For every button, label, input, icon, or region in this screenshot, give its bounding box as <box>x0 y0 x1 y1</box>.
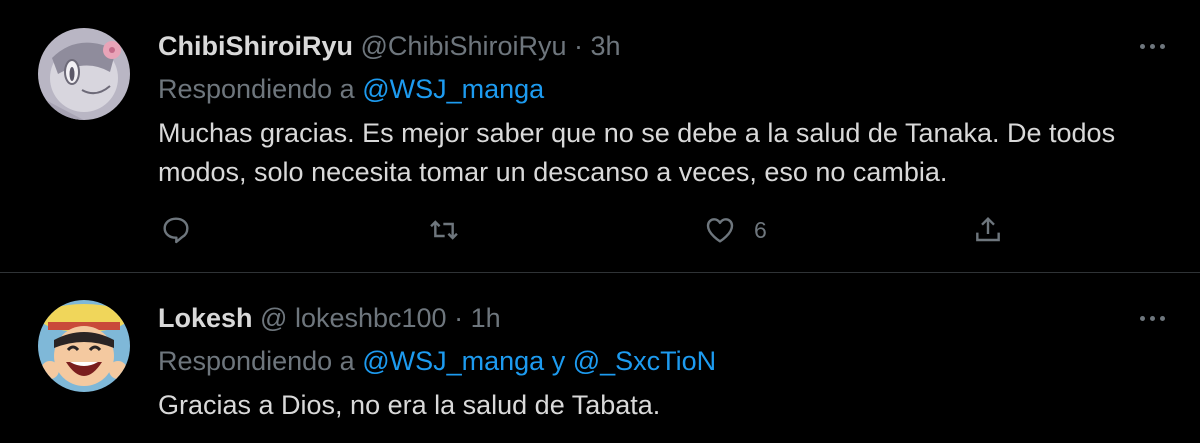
reply-button[interactable] <box>160 213 192 247</box>
avatar-image <box>38 28 130 120</box>
timestamp[interactable]: 1h <box>471 303 501 333</box>
reply-prefix: Respondiendo a <box>158 74 355 104</box>
retweet-button[interactable] <box>428 213 460 247</box>
mention-link[interactable]: @WSJ_manga <box>362 74 544 104</box>
like-button[interactable]: 6 <box>704 213 767 247</box>
more-options-icon[interactable] <box>1134 34 1170 58</box>
display-name[interactable]: Lokesh <box>158 303 253 333</box>
user-handle[interactable]: @ lokeshbc100 <box>260 303 447 333</box>
like-count: 6 <box>754 216 767 243</box>
tweet-header: ChibiShiroiRyu @ChibiShiroiRyu · 3h <box>158 29 621 63</box>
user-handle[interactable]: @ChibiShiroiRyu <box>361 31 567 61</box>
share-button[interactable] <box>972 213 1004 247</box>
separator-dot: · <box>454 303 464 333</box>
reply-prefix: Respondiendo a <box>158 346 355 376</box>
mention-joiner: y <box>551 346 566 376</box>
tweet[interactable]: Lokesh @ lokeshbc100 · 1h Respondiendo a… <box>0 273 1200 443</box>
timestamp[interactable]: 3h <box>591 31 621 61</box>
replying-to: Respondiendo a @WSJ_manga y @_SxcTioN <box>158 344 716 378</box>
retweet-icon <box>430 220 458 240</box>
more-options-icon[interactable] <box>1134 306 1170 330</box>
avatar-image <box>38 300 130 392</box>
tweet-text: Muchas gracias. Es mejor saber que no se… <box>158 118 1116 187</box>
avatar[interactable] <box>38 28 130 120</box>
avatar[interactable] <box>38 300 130 392</box>
share-icon <box>976 216 1000 242</box>
tweet-text: Gracias a Dios, no era la salud de Tabat… <box>158 390 661 420</box>
mention-link[interactable]: @WSJ_manga <box>362 346 544 376</box>
heart-icon <box>706 218 734 243</box>
separator-dot: · <box>574 31 584 61</box>
tweet-header: Lokesh @ lokeshbc100 · 1h <box>158 301 501 335</box>
replying-to: Respondiendo a @WSJ_manga <box>158 72 544 106</box>
display-name[interactable]: ChibiShiroiRyu <box>158 31 353 61</box>
mention-link[interactable]: @_SxcTioN <box>573 346 716 376</box>
tweet[interactable]: ChibiShiroiRyu @ChibiShiroiRyu · 3h Resp… <box>0 0 1200 273</box>
comment-icon <box>163 217 189 244</box>
